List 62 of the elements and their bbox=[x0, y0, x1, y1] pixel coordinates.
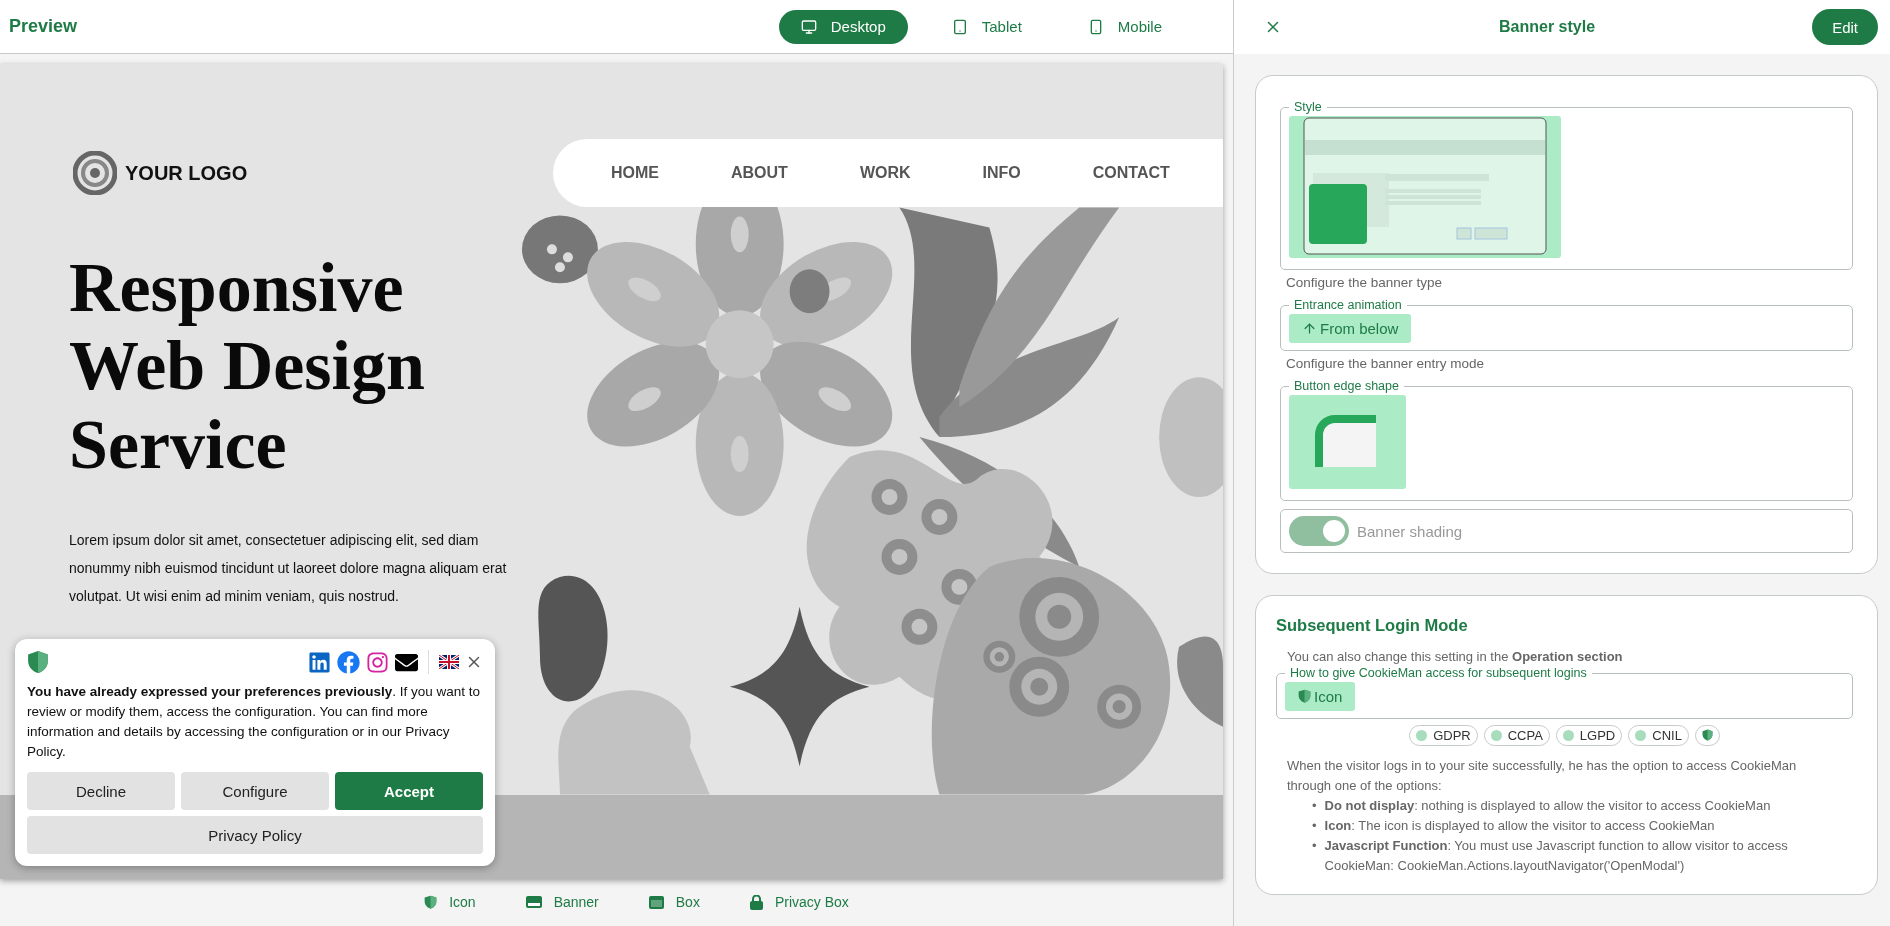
access-mode-field[interactable]: How to give CookieMan access for subsequent logins Icon bbox=[1276, 666, 1853, 719]
shading-toggle[interactable] bbox=[1289, 516, 1349, 546]
panel-title: Banner style bbox=[1498, 18, 1597, 36]
field-label: Button edge shape bbox=[1293, 379, 1400, 393]
logo-icon bbox=[73, 151, 117, 195]
privacy-policy-button[interactable]: Privacy Policy bbox=[27, 816, 483, 855]
lock-icon bbox=[749, 894, 763, 910]
bullet-mark: • bbox=[1312, 817, 1317, 835]
cookie-button[interactable]: Accept bbox=[335, 772, 483, 811]
view-mode-tab[interactable]: Banner bbox=[525, 894, 599, 910]
view-mode-tab[interactable]: Box bbox=[648, 894, 700, 910]
nav-link[interactable]: ABOUT bbox=[731, 164, 788, 182]
banner-icon bbox=[525, 896, 542, 908]
instagram-icon[interactable] bbox=[366, 650, 389, 674]
field-hint: Configure the banner type bbox=[1286, 275, 1444, 290]
edit-button[interactable]: Edit bbox=[1812, 9, 1878, 45]
nav-link[interactable]: WORK bbox=[859, 164, 911, 182]
preview-title: Preview bbox=[9, 16, 78, 37]
facebook-icon[interactable] bbox=[337, 650, 360, 674]
shield-icon bbox=[424, 894, 438, 910]
linkedin-icon[interactable] bbox=[308, 650, 331, 674]
hero-paragraph: Lorem ipsum dolor sit amet, consectetuer adipiscing elit, sed diam nonummy nibh euismod tincidunt ut laoreet dolore magna aliquam erat volutpat. Ut wisi enim ad minim veniam, quis nostrud. bbox=[69, 531, 508, 607]
cookie-button[interactable]: Decline bbox=[27, 772, 175, 811]
flag-icon[interactable] bbox=[439, 655, 459, 670]
nav-link[interactable]: HOME bbox=[611, 164, 659, 182]
option-description: Javascript Function: You must use Javascript function to allow visitor to access CookieMan: CookieMan.Actions.layoutNavigator('OpenModal') bbox=[1324, 837, 1789, 875]
field-label: Style bbox=[1293, 100, 1323, 114]
shield-icon bbox=[1701, 729, 1713, 742]
cookie-button[interactable]: Configure bbox=[181, 772, 329, 811]
nav-link[interactable]: INFO bbox=[982, 164, 1021, 182]
field-hint: Configure the banner entry mode bbox=[1286, 356, 1486, 371]
window-icon bbox=[648, 895, 664, 909]
logo-text: YOUR LOGO bbox=[125, 161, 248, 185]
device-tab[interactable]: Desktop bbox=[778, 9, 908, 44]
nav-link[interactable]: CONTACT bbox=[1092, 164, 1170, 182]
tablet-icon bbox=[951, 18, 968, 35]
field-label: How to give CookieMan access for subsequent logins bbox=[1289, 666, 1588, 680]
monitor-icon bbox=[800, 18, 817, 35]
view-mode-tab[interactable]: Icon bbox=[424, 894, 476, 910]
hero-heading: Responsive Web Design Service bbox=[69, 249, 426, 485]
option-description: Icon: The icon is displayed to allow the visitor to access CookieMan bbox=[1324, 817, 1716, 835]
banner-layout-drawing[interactable] bbox=[1289, 116, 1561, 258]
shield-icon bbox=[27, 650, 49, 675]
cookie-message: You have already expressed your preferences previously. If you want to review or modify them, access the configuration. You can find more information and details by accessing the configuration or in our Privacy Policy. bbox=[27, 683, 481, 762]
toggle-label: Banner shading bbox=[1357, 522, 1463, 540]
bullet-mark: • bbox=[1312, 797, 1317, 815]
access-option[interactable]: Icon bbox=[1285, 682, 1356, 711]
option-description: Do not display: nothing is displayed to allow the visitor to access CookieMan bbox=[1324, 797, 1772, 815]
note-text: You can also change this setting in the Operation section bbox=[1287, 649, 1624, 664]
animation-option[interactable]: From below bbox=[1289, 314, 1412, 343]
edge-shape-field[interactable]: Button edge shape bbox=[1280, 379, 1853, 501]
device-tab[interactable]: Mobile bbox=[1065, 9, 1184, 44]
rounded-corner-drawing[interactable] bbox=[1289, 395, 1406, 489]
style-field[interactable]: Style bbox=[1280, 100, 1853, 270]
description-text: When the visitor logs in to your site successfully, he has the option to access CookieMan through one of the options: bbox=[1287, 757, 1798, 795]
bullet-mark: • bbox=[1312, 837, 1317, 855]
device-tab[interactable]: Tablet bbox=[929, 9, 1044, 44]
card-heading: Subsequent Login Mode bbox=[1276, 616, 1469, 635]
shield-icon bbox=[1298, 689, 1311, 704]
view-mode-tab[interactable]: Privacy Box bbox=[749, 894, 849, 910]
animation-field[interactable]: Entrance animation From below bbox=[1280, 298, 1853, 351]
field-label: Entrance animation bbox=[1293, 298, 1403, 312]
